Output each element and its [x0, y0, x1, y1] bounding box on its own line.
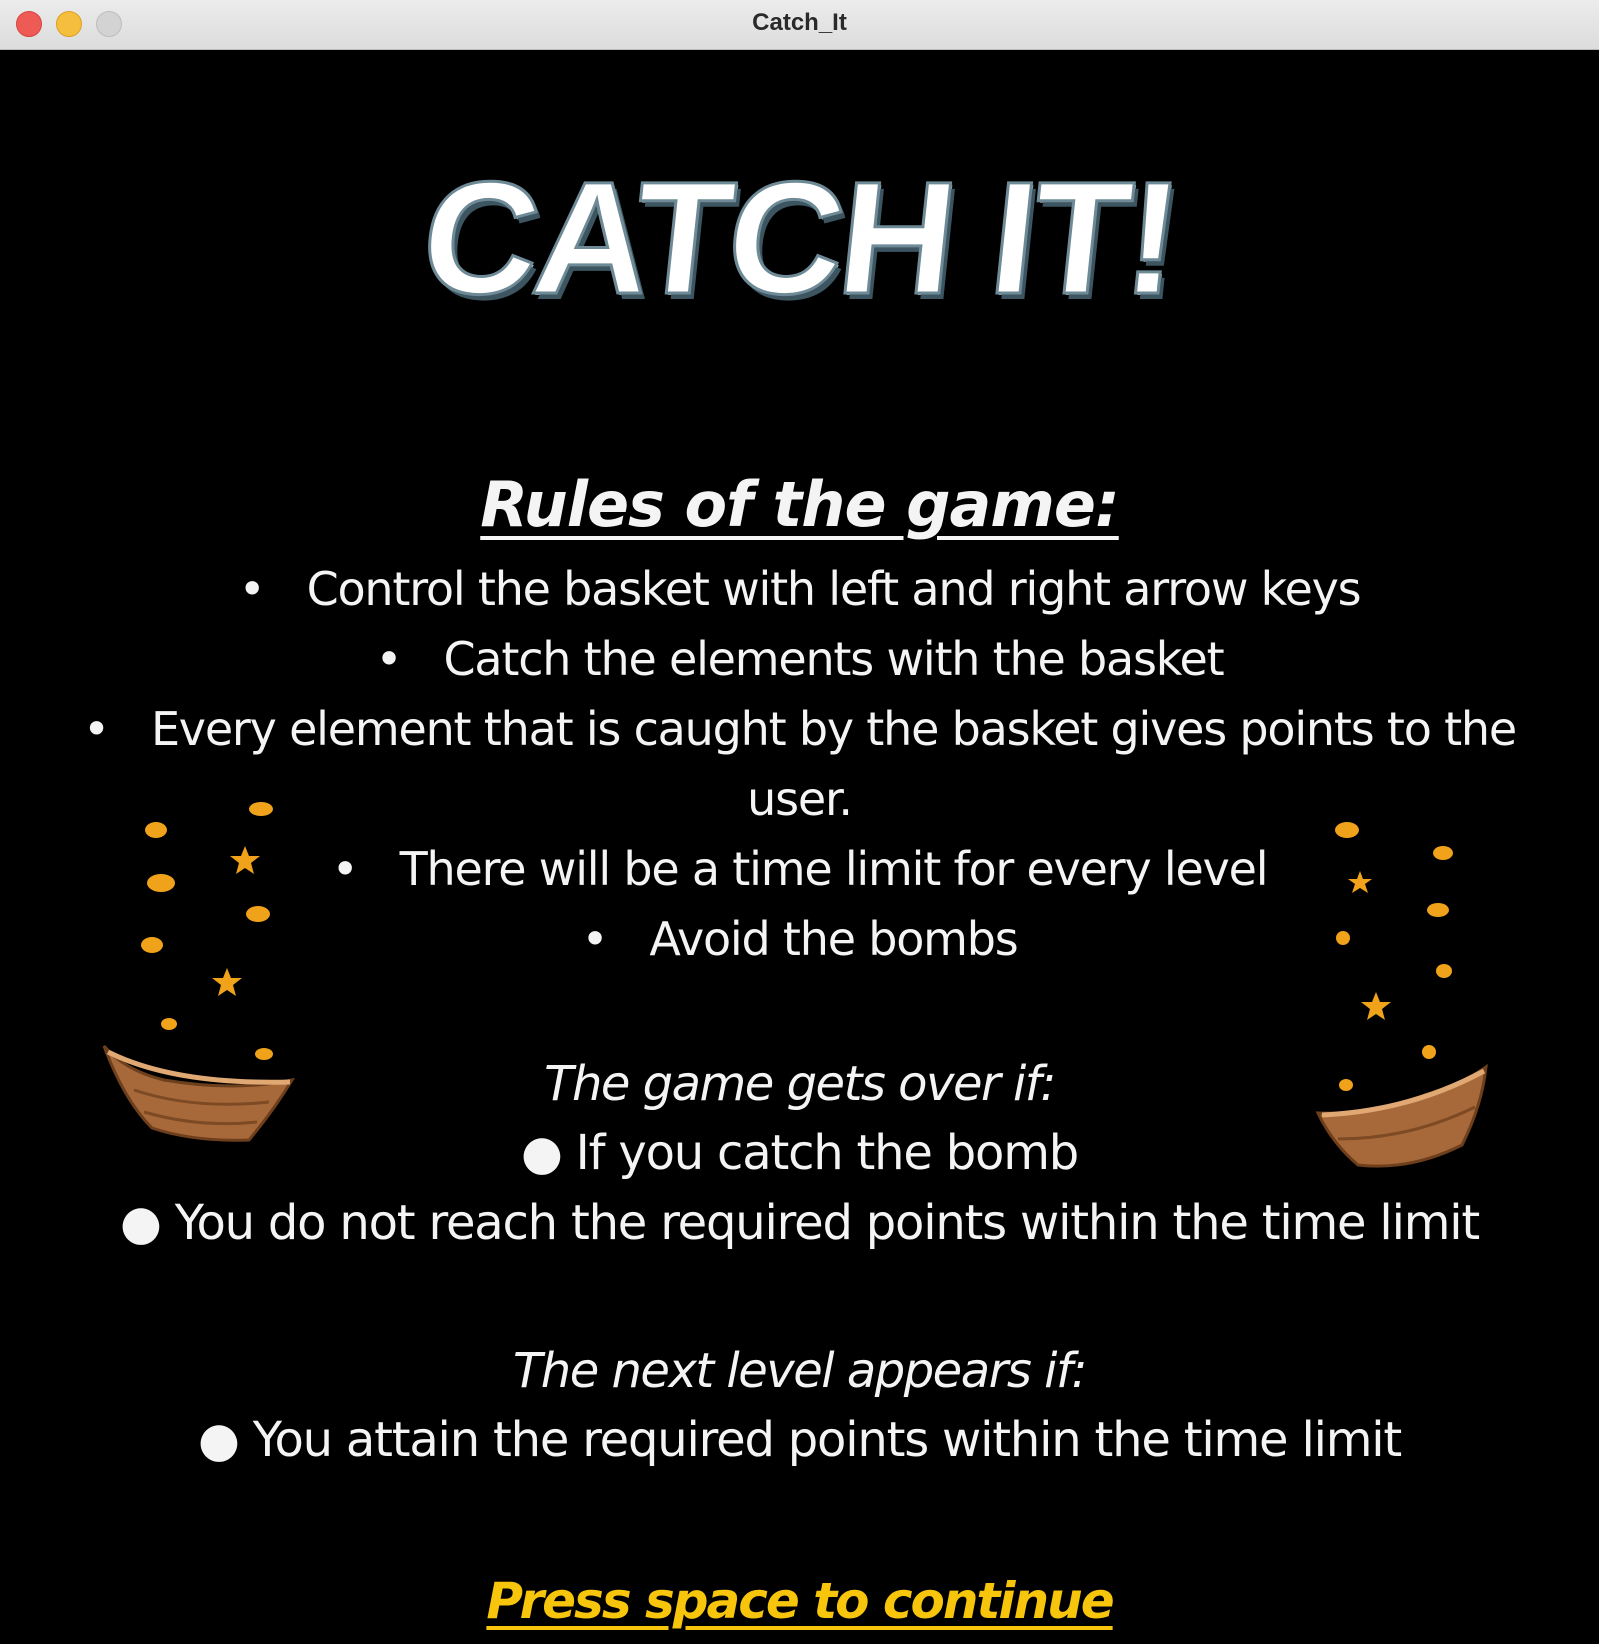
coin-icon — [1422, 1045, 1436, 1059]
coin-icon — [141, 937, 163, 953]
coin-icon — [1436, 964, 1452, 978]
rule-text: Catch the elements with the basket — [443, 632, 1224, 686]
rule-item: • Control the basket with left and right … — [2, 562, 1597, 616]
coin-icon — [147, 874, 175, 892]
star-icon — [230, 846, 260, 874]
coin-icon — [1336, 931, 1350, 945]
title-bar[interactable]: Catch_It — [0, 0, 1599, 50]
next-level-condition: ● You attain the required points within … — [197, 1412, 1402, 1468]
next-level-heading: The next level appears if: — [512, 1343, 1088, 1399]
bullet-icon: • — [331, 842, 359, 896]
coin-icon — [249, 802, 273, 816]
coin-icon — [161, 1018, 177, 1030]
rules-screen[interactable]: CATCH IT! Rules of the game: • Control th… — [2, 50, 1597, 1644]
coin-icon — [1427, 903, 1449, 917]
right-basket-decoration — [1315, 822, 1488, 1168]
coin-icon — [246, 906, 270, 922]
bullet-icon: • — [238, 562, 266, 616]
left-basket-decoration — [102, 802, 296, 1142]
game-window: Catch_It CATCH IT! Rules of the game: • C… — [0, 0, 1599, 1644]
rule-text: Every element that is caught by the bask… — [150, 702, 1517, 756]
bullet-icon: • — [581, 912, 608, 966]
coin-icon — [145, 822, 167, 838]
coin-icon — [255, 1048, 273, 1060]
coin-icon — [1335, 822, 1359, 838]
star-icon — [1361, 992, 1391, 1020]
window-title: Catch_It — [752, 9, 847, 36]
game-logo: CATCH IT! — [413, 147, 1187, 329]
rule-text: Avoid the bombs — [649, 912, 1018, 966]
basket-icon — [102, 1045, 296, 1142]
game-over-condition: ● You do not reach the required points w… — [119, 1195, 1480, 1251]
star-icon — [1348, 871, 1372, 893]
coin-icon — [1433, 846, 1453, 860]
rules-title: Rules of the game: — [480, 468, 1120, 541]
rule-text: Control the basket with left and right a… — [306, 562, 1362, 616]
continue-prompt[interactable]: Press space to continue — [2, 1572, 1597, 1630]
bullet-icon: • — [375, 632, 403, 686]
rule-text: There will be a time limit for every lev… — [399, 842, 1269, 896]
rule-item: • Catch the elements with the basket — [2, 632, 1597, 686]
rule-text: user. — [747, 772, 853, 826]
coin-icon — [1339, 1079, 1353, 1091]
star-icon — [212, 968, 242, 996]
